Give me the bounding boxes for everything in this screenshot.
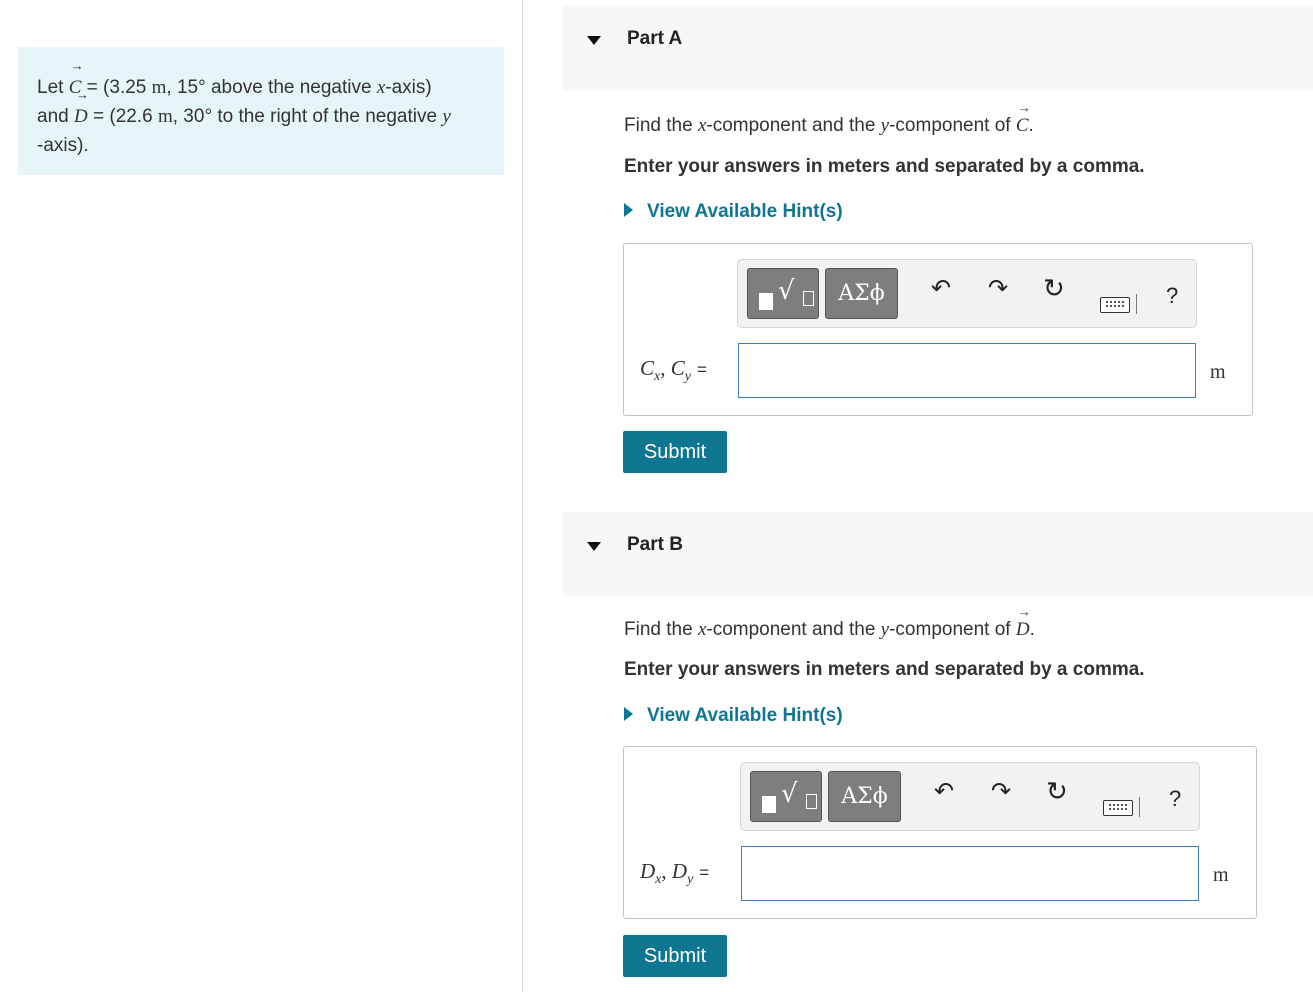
greek-symbols-button[interactable]: ΑΣϕ — [828, 771, 901, 822]
part-a-submit-button[interactable]: Submit — [623, 431, 727, 473]
toolbar-divider — [1136, 294, 1137, 314]
vector-d-symbol: D — [74, 88, 89, 131]
part-a-instruction: Enter your answers in meters and separat… — [624, 156, 1145, 177]
reset-icon[interactable]: ↻ — [1043, 276, 1065, 302]
caret-right-icon — [624, 707, 633, 722]
part-b-answer-panel: √ ΑΣϕ ↶ ↷ ↻ ? Dx, Dy = m — [623, 746, 1257, 919]
help-button[interactable]: ? — [1166, 285, 1178, 307]
radical-icon: √ — [778, 276, 795, 306]
part-b-instruction: Enter your answers in meters and separat… — [624, 659, 1145, 680]
part-b-hint-link[interactable]: View Available Hint(s) — [624, 705, 843, 727]
redo-icon[interactable]: ↷ — [991, 779, 1011, 803]
reset-icon[interactable]: ↻ — [1046, 779, 1068, 805]
part-a-answer-panel: √ ΑΣϕ ↶ ↷ ↻ ? Cx, Cy = m — [623, 243, 1253, 416]
toolbar-divider — [1139, 797, 1140, 817]
templates-button[interactable]: √ — [747, 268, 819, 319]
part-a-answer-input[interactable] — [738, 343, 1196, 398]
part-b-answer-label: Dx, Dy = — [640, 859, 710, 888]
help-button[interactable]: ? — [1169, 788, 1181, 810]
part-a-unit: m — [1210, 361, 1226, 383]
part-a-header[interactable]: Part A — [563, 6, 1313, 90]
part-a-title: Part A — [627, 28, 683, 49]
keyboard-icon[interactable] — [1100, 297, 1130, 313]
math-toolbar: √ ΑΣϕ ↶ ↷ ↻ ? — [740, 762, 1200, 831]
part-a-prompt: Find the x-component and the y-component… — [624, 101, 1034, 137]
part-b-answer-input[interactable] — [741, 846, 1199, 901]
part-b-title: Part B — [627, 534, 683, 555]
part-b-submit-button[interactable]: Submit — [623, 935, 727, 977]
part-b-header[interactable]: Part B — [563, 512, 1313, 596]
part-b-unit: m — [1213, 864, 1229, 886]
radical-icon: √ — [781, 779, 798, 809]
part-a-answer-label: Cx, Cy = — [640, 356, 707, 385]
part-a-hint-link[interactable]: View Available Hint(s) — [624, 201, 843, 223]
greek-symbols-button[interactable]: ΑΣϕ — [825, 268, 898, 319]
redo-icon[interactable]: ↷ — [988, 276, 1008, 300]
problem-statement: Let C = (3.25 m, 15° above the negative … — [18, 47, 504, 175]
undo-icon[interactable]: ↶ — [931, 276, 951, 300]
math-toolbar: √ ΑΣϕ ↶ ↷ ↻ ? — [737, 259, 1197, 328]
column-divider — [522, 0, 523, 992]
templates-button[interactable]: √ — [750, 771, 822, 822]
caret-right-icon — [624, 203, 633, 218]
collapse-caret-icon[interactable] — [587, 36, 601, 45]
part-b-prompt: Find the x-component and the y-component… — [624, 605, 1035, 641]
collapse-caret-icon[interactable] — [587, 542, 601, 551]
undo-icon[interactable]: ↶ — [934, 779, 954, 803]
keyboard-icon[interactable] — [1103, 800, 1133, 816]
